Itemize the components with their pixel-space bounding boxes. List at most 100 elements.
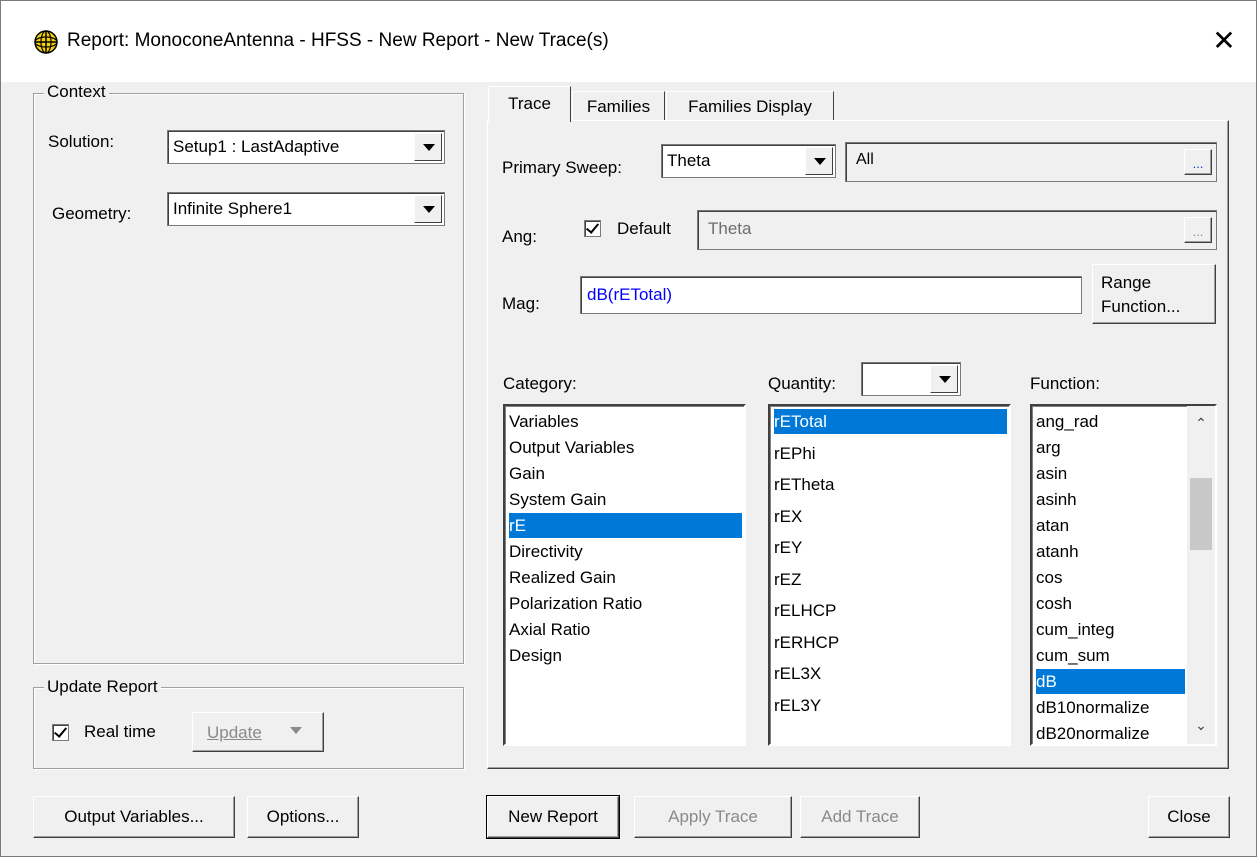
quantity-list-item[interactable]: rELHCP — [774, 598, 1007, 623]
hfss-app-icon — [34, 30, 58, 54]
quantity-label: Quantity: — [768, 374, 837, 393]
quantity-list-item[interactable]: rEPhi — [774, 441, 1007, 466]
sweep-range-field[interactable]: All ... — [845, 142, 1217, 182]
new-report-button[interactable]: New Report — [486, 795, 620, 839]
update-button[interactable]: Update — [192, 712, 324, 752]
scroll-down-icon[interactable]: ⌄ — [1188, 718, 1214, 732]
category-list-item[interactable]: Variables — [509, 409, 742, 434]
chevron-down-icon[interactable] — [414, 133, 442, 161]
geometry-dropdown[interactable]: Infinite Sphere1 — [167, 192, 445, 226]
quantity-list-item[interactable]: rETotal — [774, 409, 1007, 434]
tab-families[interactable]: Families — [572, 91, 665, 121]
tab-families-display-label: Families Display — [688, 97, 812, 116]
quantity-list-item[interactable]: rERHCP — [774, 630, 1007, 655]
function-list-item[interactable]: atanh — [1036, 539, 1185, 564]
ang-field[interactable]: Theta ... — [697, 210, 1217, 250]
function-list-item[interactable]: dB — [1036, 669, 1185, 694]
quantity-list-item[interactable]: rEZ — [774, 567, 1007, 592]
ellipsis-label: ... — [1192, 156, 1204, 171]
update-button-label: Update — [207, 723, 262, 742]
chevron-down-icon[interactable] — [805, 147, 833, 175]
ang-ellipsis-button[interactable]: ... — [1184, 217, 1212, 243]
function-list[interactable]: dB20normalize dB10normalize dB cum_sum cum_i… — [1030, 404, 1217, 746]
close-window-icon[interactable]: ✕ — [1207, 24, 1241, 58]
solution-label: Solution: — [48, 132, 115, 151]
function-list-item[interactable]: ang_rad — [1036, 409, 1185, 434]
range-function-button[interactable]: Range Function... — [1092, 264, 1216, 324]
sweep-range-value: All — [856, 151, 874, 168]
close-button[interactable]: Close — [1148, 796, 1230, 838]
context-group — [33, 93, 464, 664]
category-list-item[interactable]: Directivity — [509, 539, 742, 564]
options-label: Options... — [266, 807, 340, 826]
function-label: Function: — [1030, 374, 1100, 393]
function-list-item[interactable]: cum_sum — [1036, 643, 1185, 668]
close-label: Close — [1167, 807, 1211, 826]
function-scrollbar[interactable]: ⌃ ⌄ — [1187, 406, 1215, 744]
ang-value: Theta — [708, 219, 752, 238]
primary-sweep-value: Theta — [667, 151, 711, 170]
function-list-item[interactable]: asin — [1036, 461, 1185, 486]
quantity-list-item[interactable]: rEY — [774, 535, 1007, 560]
quantity-list-item[interactable]: rEL3X — [774, 661, 1007, 686]
solution-dropdown[interactable]: Setup1 : LastAdaptive — [167, 130, 445, 164]
mag-label: Mag: — [502, 294, 540, 313]
category-list-item[interactable]: Output Variables — [509, 435, 742, 460]
category-list[interactable]: Design Axial Ratio Polarization Ratio Reali… — [503, 404, 746, 746]
tab-trace-label: Trace — [508, 94, 551, 113]
add-trace-label: Add Trace — [821, 807, 899, 826]
category-list-item[interactable]: Axial Ratio — [509, 617, 742, 642]
function-list-item[interactable]: atan — [1036, 513, 1185, 538]
ellipsis-label: ... — [1192, 224, 1204, 239]
output-variables-button[interactable]: Output Variables... — [33, 796, 235, 838]
apply-trace-label: Apply Trace — [668, 807, 758, 826]
scroll-up-icon[interactable]: ⌃ — [1188, 416, 1214, 430]
function-list-item[interactable]: asinh — [1036, 487, 1185, 512]
primary-sweep-dropdown[interactable]: Theta — [661, 144, 836, 178]
quantity-list-item[interactable]: rETheta — [774, 472, 1007, 497]
sweep-range-ellipsis-button[interactable]: ... — [1184, 149, 1212, 175]
geometry-label: Geometry: — [52, 204, 132, 223]
category-list-item[interactable]: System Gain — [509, 487, 742, 512]
options-button[interactable]: Options... — [247, 796, 359, 838]
range-function-label-line2: Function... — [1101, 297, 1181, 316]
ang-label: Ang: — [502, 227, 537, 246]
range-function-label-line1: Range — [1101, 273, 1152, 292]
quantity-list-item[interactable]: rEX — [774, 504, 1007, 529]
category-label: Category: — [503, 374, 577, 393]
function-list-item[interactable]: cosh — [1036, 591, 1185, 616]
realtime-label: Real time — [84, 722, 156, 741]
category-list-item[interactable]: Gain — [509, 461, 742, 486]
function-list-item[interactable]: dB20normalize — [1036, 721, 1185, 744]
category-list-item[interactable]: Design — [509, 643, 742, 668]
apply-trace-button[interactable]: Apply Trace — [634, 796, 792, 838]
default-label: Default — [617, 219, 671, 238]
quantity-list-item[interactable]: rEL3Y — [774, 693, 1007, 718]
primary-sweep-label: Primary Sweep: — [502, 158, 622, 177]
category-list-item[interactable]: Polarization Ratio — [509, 591, 742, 616]
tab-trace[interactable]: Trace — [488, 86, 571, 122]
scroll-thumb[interactable] — [1190, 478, 1212, 550]
realtime-checkbox[interactable] — [52, 724, 69, 741]
chevron-down-icon — [290, 727, 302, 734]
mag-value: dB(rETotal) — [587, 285, 673, 304]
update-report-group-label: Update Report — [44, 677, 161, 697]
new-report-label: New Report — [508, 807, 598, 826]
category-list-item[interactable]: rE — [509, 513, 742, 538]
chevron-down-icon[interactable] — [930, 365, 958, 393]
category-list-item[interactable]: Realized Gain — [509, 565, 742, 590]
quantity-filter-dropdown[interactable] — [861, 362, 961, 396]
function-list-item[interactable]: dB10normalize — [1036, 695, 1185, 720]
tab-families-label: Families — [586, 97, 651, 116]
function-list-item[interactable]: cos — [1036, 565, 1185, 590]
quantity-list[interactable]: rEL3Y rEL3X rERHCP rELHCP rEZ rEY rEX rETheta rE… — [768, 404, 1011, 746]
add-trace-button[interactable]: Add Trace — [800, 796, 920, 838]
function-list-item[interactable]: arg — [1036, 435, 1185, 460]
solution-value: Setup1 : LastAdaptive — [173, 137, 340, 156]
chevron-down-icon[interactable] — [414, 195, 442, 223]
function-list-item[interactable]: cum_integ — [1036, 617, 1185, 642]
default-checkbox[interactable] — [584, 220, 601, 237]
context-group-label: Context — [44, 82, 109, 102]
tab-families-display[interactable]: Families Display — [666, 91, 834, 121]
mag-field[interactable]: dB(rETotal) — [580, 276, 1082, 314]
